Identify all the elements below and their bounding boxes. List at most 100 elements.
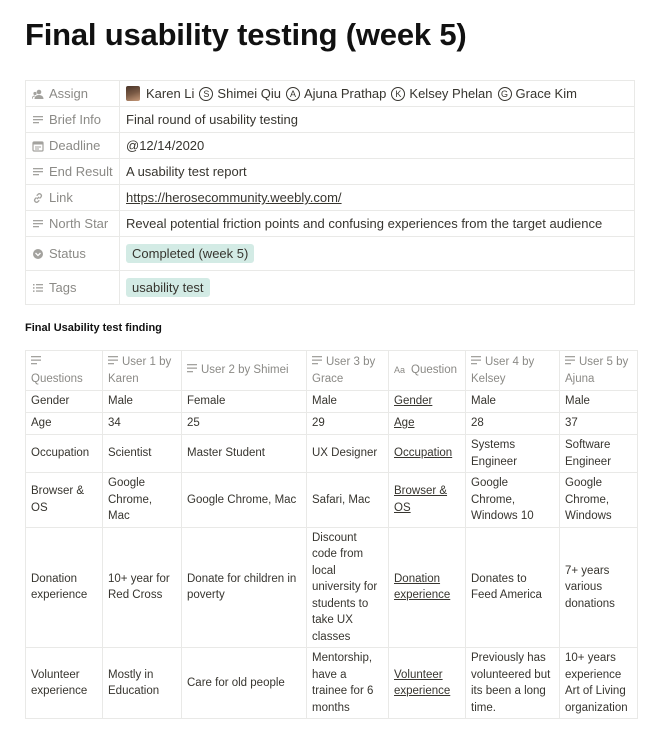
tag-badge[interactable]: usability test [126, 278, 210, 297]
table-cell[interactable]: Donates to Feed America [465, 526, 560, 648]
property-row-end-result: End Result A usability test report [25, 158, 635, 185]
property-key[interactable]: Deadline [25, 132, 120, 159]
column-header[interactable]: User 4 by Kelsey [465, 350, 560, 391]
table-cell[interactable]: Software Engineer [559, 434, 638, 473]
table-row: Browser & OS Google Chrome, Mac Google C… [25, 472, 638, 528]
table-cell[interactable]: Female [181, 390, 307, 413]
table-row: Donation experience 10+ year for Red Cro… [25, 526, 638, 648]
table-cell[interactable]: Google Chrome, Mac [181, 472, 307, 528]
column-header[interactable]: Aa Question [388, 350, 466, 391]
avatar: A [286, 86, 300, 101]
property-label: Brief Info [49, 112, 102, 127]
table-cell[interactable]: 29 [306, 412, 389, 435]
text-icon [108, 356, 118, 365]
table-cell[interactable]: Systems Engineer [465, 434, 560, 473]
property-label: Deadline [49, 138, 101, 153]
property-key[interactable]: Brief Info [25, 106, 120, 133]
table-cell[interactable]: Mentorship, have a trainee for 6 months [306, 647, 389, 719]
table-cell[interactable]: 34 [102, 412, 182, 435]
column-header[interactable]: User 5 by Ajuna [559, 350, 638, 391]
status-badge[interactable]: Completed (week 5) [126, 244, 255, 263]
column-header[interactable]: User 3 by Grace [306, 350, 389, 391]
column-header-label: Question [411, 364, 458, 377]
table-cell[interactable]: Donate for children in poverty [181, 526, 307, 648]
table-cell[interactable]: Volunteer experience [25, 647, 103, 719]
table-cell[interactable]: Browser & OS [25, 472, 103, 528]
question-link[interactable]: Browser & OS [394, 485, 447, 514]
table-cell[interactable]: Occupation [25, 434, 103, 473]
property-key[interactable]: Tags [25, 270, 120, 305]
table-cell[interactable]: Google Chrome, Windows [559, 472, 638, 528]
findings-table: Questions User 1 by Karen User 2 by Shim… [25, 350, 638, 719]
table-cell[interactable]: Gender [25, 390, 103, 413]
table-cell[interactable]: UX Designer [306, 434, 389, 473]
table-cell[interactable]: Master Student [181, 434, 307, 473]
property-key[interactable]: Link [25, 184, 120, 211]
text-icon [31, 356, 41, 365]
table-row: Age 34 25 29 Age 28 37 [25, 412, 638, 435]
deadline-value[interactable]: @12/14/2020 [119, 132, 635, 159]
person-chip[interactable]: G Grace Kim [497, 86, 577, 101]
property-key[interactable]: End Result [25, 158, 120, 185]
table-cell[interactable]: 28 [465, 412, 560, 435]
question-link[interactable]: Age [394, 417, 414, 429]
brief-info-value[interactable]: Final round of usability testing [119, 106, 635, 133]
table-cell[interactable]: Safari, Mac [306, 472, 389, 528]
people-icon [31, 87, 44, 100]
property-key[interactable]: Status [25, 236, 120, 271]
table-cell[interactable]: Scientist [102, 434, 182, 473]
person-chip[interactable]: A Ajuna Prathap [285, 86, 386, 101]
table-cell[interactable]: 10+ year for Red Cross [102, 526, 182, 648]
property-key[interactable]: North Star [25, 210, 120, 237]
table-cell[interactable]: Google Chrome, Windows 10 [465, 472, 560, 528]
text-icon [31, 113, 44, 126]
table-cell[interactable]: Previously has volunteered but its been … [465, 647, 560, 719]
column-header[interactable]: Questions [25, 350, 103, 391]
table-cell[interactable]: Donation experience [25, 526, 103, 648]
calendar-icon [31, 139, 44, 152]
question-link[interactable]: Occupation [394, 447, 452, 459]
text-icon [471, 356, 481, 365]
question-link[interactable]: Donation experience [394, 573, 450, 602]
properties-table: Assign Karen Li S Shimei Qiu A Ajuna Pra… [25, 80, 635, 305]
person-name: Ajuna Prathap [304, 86, 387, 101]
table-cell[interactable]: 10+ years experience Art of Living organ… [559, 647, 638, 719]
avatar [126, 86, 140, 101]
question-link[interactable]: Gender [394, 395, 432, 407]
property-key[interactable]: Assign [25, 80, 120, 107]
text-icon [187, 364, 197, 373]
table-cell[interactable]: Age [25, 412, 103, 435]
column-header[interactable]: User 2 by Shimei [181, 350, 307, 391]
table-cell[interactable]: Mostly in Education [102, 647, 182, 719]
north-star-value[interactable]: Reveal potential friction points and con… [119, 210, 635, 237]
table-cell[interactable]: Google Chrome, Mac [102, 472, 182, 528]
column-header-label: User 2 by Shimei [201, 364, 289, 377]
link-value[interactable]: https://herosecommunity.weebly.com/ [126, 190, 342, 205]
table-cell[interactable]: Care for old people [181, 647, 307, 719]
table-cell[interactable]: 7+ years various donations [559, 526, 638, 648]
end-result-value[interactable]: A usability test report [119, 158, 635, 185]
list-icon [31, 281, 44, 294]
table-header-row: Questions User 1 by Karen User 2 by Shim… [25, 350, 638, 391]
text-icon [312, 356, 322, 365]
column-header[interactable]: User 1 by Karen [102, 350, 182, 391]
property-row-brief-info: Brief Info Final round of usability test… [25, 106, 635, 133]
table-cell[interactable]: 25 [181, 412, 307, 435]
person-name: Shimei Qiu [217, 86, 281, 101]
property-label: Link [49, 190, 73, 205]
property-label: End Result [49, 164, 113, 179]
person-chip[interactable]: Karen Li [126, 86, 194, 101]
table-cell[interactable]: Male [559, 390, 638, 413]
assign-value[interactable]: Karen Li S Shimei Qiu A Ajuna Prathap K … [119, 80, 635, 107]
table-cell[interactable]: 37 [559, 412, 638, 435]
person-chip[interactable]: S Shimei Qiu [198, 86, 281, 101]
person-name: Kelsey Phelan [409, 86, 493, 101]
person-chip[interactable]: K Kelsey Phelan [390, 86, 493, 101]
table-cell[interactable]: Male [102, 390, 182, 413]
table-cell[interactable]: Male [306, 390, 389, 413]
column-header-label: Questions [31, 372, 83, 385]
table-cell[interactable]: Discount code from local university for … [306, 526, 389, 648]
question-link[interactable]: Volunteer experience [394, 669, 450, 698]
table-cell[interactable]: Male [465, 390, 560, 413]
page-title: Final usability testing (week 5) [25, 17, 467, 52]
